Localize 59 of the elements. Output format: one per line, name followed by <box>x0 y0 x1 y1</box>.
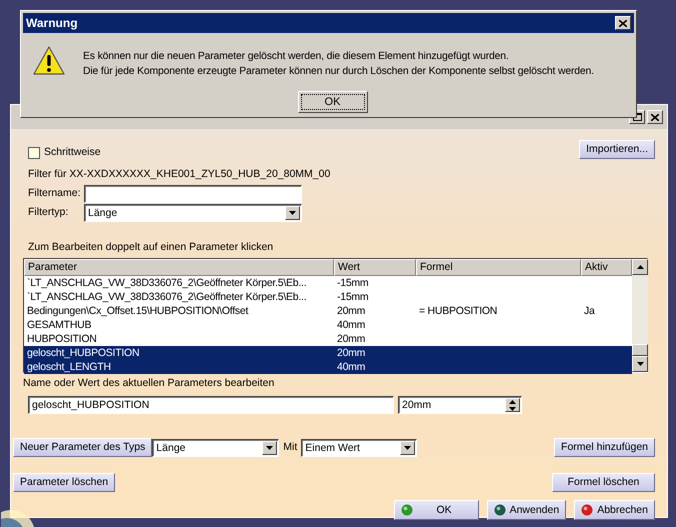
table-cell[interactable]: -15mm <box>334 276 416 290</box>
column-header[interactable]: Wert <box>334 259 416 276</box>
table-cell[interactable]: `LT_ANSCHLAG_VW_38D336076_2\Geöffneter Körper.5\Eb... <box>24 290 334 304</box>
status-dot-icon <box>494 504 506 516</box>
scroll-thumb[interactable] <box>632 344 648 356</box>
table-cell[interactable]: `LT_ANSCHLAG_VW_38D336076_2\Geöffneter Körper.5\Eb... <box>24 276 334 290</box>
close-icon <box>651 114 659 120</box>
edit-label: Name oder Wert des aktuellen Parameters bearbeiten <box>23 376 276 392</box>
table-cell[interactable]: Ja <box>581 304 632 318</box>
delete-parameter-button[interactable]: Parameter löschen <box>13 473 116 492</box>
table-cell[interactable]: GESAMTHUB <box>24 318 334 332</box>
checkbox[interactable] <box>28 146 40 159</box>
column-header[interactable]: Parameter <box>24 259 334 276</box>
ok-button[interactable]: OK <box>394 500 479 520</box>
filter-name-field[interactable] <box>84 184 302 202</box>
filter-type-dropdown[interactable]: Länge <box>84 204 302 222</box>
scroll-up-icon[interactable] <box>632 259 648 276</box>
table-cell[interactable]: -15mm <box>334 290 416 304</box>
field-label: Filtername: <box>28 186 82 201</box>
ok-button[interactable]: OK <box>298 91 368 113</box>
table-cell[interactable]: 20mm <box>334 346 416 360</box>
table-cell[interactable]: = HUBPOSITION <box>416 304 581 318</box>
parameter-type-dropdown[interactable]: Länge <box>152 438 280 456</box>
table-cell[interactable]: HUBPOSITION <box>24 332 334 346</box>
column-header[interactable]: Aktiv <box>581 259 632 276</box>
scrollbar[interactable] <box>632 259 648 372</box>
table-cell[interactable]: Bedingungen\Cx_Offset.15\HUBPOSITION\Offset <box>24 304 334 318</box>
table-cell[interactable]: geloscht_LENGTH <box>24 360 334 374</box>
close-button[interactable] <box>647 110 663 124</box>
table-cell[interactable]: 40mm <box>334 318 416 332</box>
status-dot-icon <box>400 504 413 516</box>
import-button[interactable]: Importieren... <box>579 140 655 160</box>
new-parameter-button[interactable]: Neuer Parameter des Typs <box>13 438 152 457</box>
with-label: Mit <box>283 440 298 455</box>
delete-formula-button[interactable]: Formel löschen <box>552 473 655 492</box>
table-cell[interactable]: 20mm <box>334 332 416 346</box>
table-cell[interactable]: 20mm <box>334 304 416 318</box>
column-header[interactable]: Formel <box>416 259 581 276</box>
name-field[interactable]: geloscht_HUBPOSITION <box>28 396 394 414</box>
message-text: Es können nur die neuen Parameter gelöscht werden, die diesem Element hinzugefügt wurden. <box>83 50 510 64</box>
cancel-button[interactable]: Abbrechen <box>574 500 655 520</box>
message-text: Die für jede Komponente erzeugte Parameter können nur durch Löschen der Komponente selbst gelöscht werden. <box>83 65 594 79</box>
value-spinner[interactable]: 20mm <box>398 396 522 414</box>
scroll-down-icon[interactable] <box>632 356 648 372</box>
filter-title: Filter für XX-XXDXXXXXX_KHE001_ZYL50_HUB_20_80MM_00 <box>28 166 332 182</box>
status-dot-icon <box>581 504 594 516</box>
value-type-dropdown[interactable]: Einem Wert <box>301 438 418 456</box>
spinner-arrows-icon[interactable] <box>505 398 520 412</box>
close-icon <box>619 20 627 26</box>
table-cell[interactable]: 40mm <box>334 360 416 374</box>
checkbox-label: Schrittweise <box>44 145 101 160</box>
warning-icon <box>33 46 65 76</box>
table-cell[interactable]: geloscht_HUBPOSITION <box>24 346 334 360</box>
apply-button[interactable]: Anwenden <box>486 500 566 520</box>
field-label: Filtertyp: <box>28 204 70 220</box>
table-hint: Zum Bearbeiten doppelt auf einen Parameter klicken <box>28 240 274 254</box>
add-formula-button[interactable]: Formel hinzufügen <box>554 438 655 457</box>
window-title: Warnung <box>26 15 78 32</box>
close-button[interactable] <box>615 16 631 30</box>
